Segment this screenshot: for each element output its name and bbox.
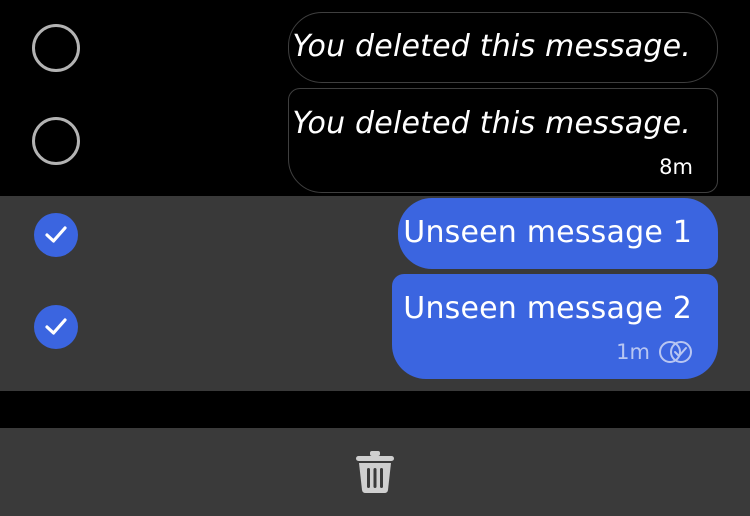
select-radio-checked[interactable] bbox=[34, 305, 78, 349]
message-row[interactable]: You deleted this message. 8m bbox=[0, 88, 750, 196]
delete-button[interactable] bbox=[355, 450, 395, 494]
message-time: 8m bbox=[659, 155, 693, 179]
chat-selection-screen: You deleted this message. You deleted th… bbox=[0, 0, 750, 516]
message-text: Unseen message 2 bbox=[403, 291, 692, 326]
message-text: You deleted this message. bbox=[292, 29, 691, 64]
message-bubble[interactable]: Unseen message 1 bbox=[398, 198, 718, 269]
message-bubble[interactable]: You deleted this message. 8m bbox=[288, 88, 718, 193]
select-radio[interactable] bbox=[32, 24, 80, 72]
checkmark-icon bbox=[45, 318, 67, 335]
message-bubble[interactable]: Unseen message 2 1m bbox=[392, 274, 718, 379]
message-text: Unseen message 1 bbox=[403, 215, 692, 250]
message-list: You deleted this message. You deleted th… bbox=[0, 0, 750, 428]
checkmark-icon bbox=[45, 226, 67, 243]
message-bubble[interactable]: You deleted this message. bbox=[288, 12, 718, 83]
message-row-selected[interactable]: Unseen message 1 bbox=[0, 196, 750, 272]
message-meta: 1m bbox=[616, 340, 694, 364]
select-radio-checked[interactable] bbox=[34, 213, 78, 257]
bottom-action-bar bbox=[0, 428, 750, 516]
message-row[interactable]: You deleted this message. bbox=[0, 0, 750, 88]
message-time: 1m bbox=[616, 340, 650, 364]
trash-icon bbox=[356, 451, 394, 493]
message-text: You deleted this message. bbox=[292, 106, 691, 141]
double-check-icon bbox=[659, 341, 692, 363]
select-radio[interactable] bbox=[32, 117, 80, 165]
message-row-selected[interactable]: Unseen message 2 1m bbox=[0, 272, 750, 391]
